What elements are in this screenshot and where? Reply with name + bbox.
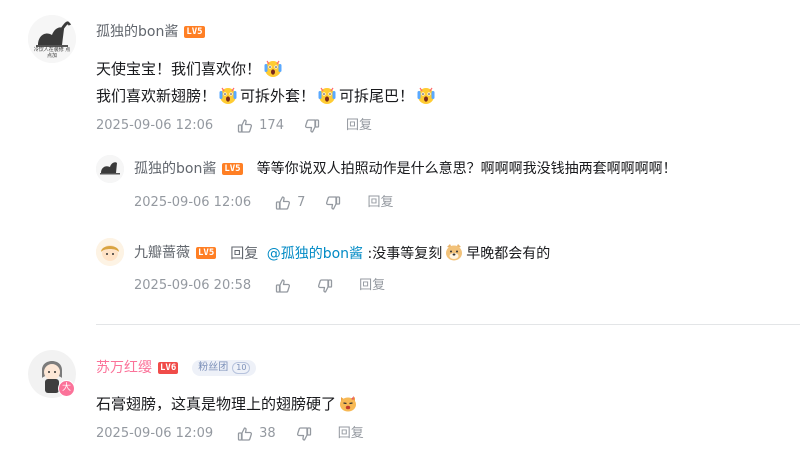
thumbs-up-icon	[237, 426, 253, 442]
fan-club-badge[interactable]: 粉丝团 10	[192, 360, 257, 376]
level-badge: LV5	[196, 247, 217, 259]
screaming-face-emoji	[218, 85, 238, 105]
like-count: 38	[259, 426, 276, 441]
avatar[interactable]: 冷饮人在装修 点点加	[28, 15, 76, 63]
like-button[interactable]: 7	[275, 194, 305, 212]
username[interactable]: 孤独的bon酱	[134, 159, 216, 179]
screaming-face-emoji	[416, 85, 436, 105]
timestamp: 2025-09-06 12:06	[134, 195, 252, 210]
reply-button[interactable]: 回复	[367, 194, 393, 212]
like-count: 7	[297, 195, 306, 210]
username[interactable]: 孤独的bon酱	[96, 22, 178, 42]
comment-meta: 2025-09-06 12:06 174 回复	[96, 117, 392, 135]
dislike-button[interactable]	[325, 195, 347, 211]
thumbs-up-icon	[275, 195, 291, 211]
cat-face-emoji	[338, 393, 358, 413]
level-badge: LV6	[158, 362, 179, 374]
level-badge: LV5	[222, 163, 243, 175]
dislike-button[interactable]	[317, 278, 339, 294]
comment-meta: 2025-09-06 12:09 38 回复	[96, 425, 384, 443]
avatar-badge: 大	[58, 380, 75, 397]
reply-meta: 2025-09-06 20:58 回复	[134, 277, 405, 295]
dislike-button[interactable]	[304, 118, 326, 134]
like-count: 174	[259, 118, 284, 133]
like-button[interactable]: 174	[237, 117, 284, 135]
like-button[interactable]	[275, 278, 297, 294]
comment-text-line1: 天使宝宝！我们喜欢你！	[96, 58, 285, 80]
comment-header: 苏万红缨 LV6 粉丝团 10	[96, 358, 257, 378]
timestamp: 2025-09-06 12:09	[96, 426, 214, 441]
timestamp: 2025-09-06 20:58	[134, 278, 252, 293]
like-button[interactable]: 38	[237, 425, 276, 443]
divider	[96, 324, 800, 325]
thumbs-down-icon	[304, 118, 320, 134]
reply-button[interactable]: 回复	[338, 425, 364, 443]
username[interactable]: 苏万红缨	[96, 358, 152, 378]
dislike-button[interactable]	[296, 426, 318, 442]
reply-line: 孤独的bon酱 LV5 等等你说双人拍照动作是什么意思？啊啊啊我没钱抽两套啊啊啊…	[134, 159, 677, 179]
comment-header: 孤独的bon酱 LV5	[96, 22, 205, 42]
reply-button[interactable]: 回复	[346, 117, 372, 135]
cat-avatar-icon	[96, 155, 124, 183]
reply-text: 回复 @孤独的bon酱 :没事等复刻 早晚都会有的	[230, 242, 550, 264]
screaming-face-emoji	[317, 85, 337, 105]
level-badge: LV5	[184, 26, 205, 38]
reply-avatar[interactable]	[96, 155, 124, 183]
username[interactable]: 九瓣蔷薇	[134, 243, 190, 263]
screaming-face-emoji	[263, 58, 283, 78]
comment-text-line2: 我们喜欢新翅膀！ 可拆外套！ 可拆尾巴！	[96, 85, 438, 107]
reply-text: 等等你说双人拍照动作是什么意思？啊啊啊我没钱抽两套啊啊啊啊！	[256, 161, 677, 177]
comment-text: 石膏翅膀，这真是物理上的翅膀硬了	[96, 393, 360, 415]
reply-button[interactable]: 回复	[359, 277, 385, 295]
thumbs-down-icon	[317, 278, 333, 294]
anime-avatar-icon	[96, 238, 124, 266]
mention-link[interactable]: @孤独的bon酱	[267, 246, 363, 262]
thumbs-down-icon	[325, 195, 341, 211]
reply-avatar[interactable]	[96, 238, 124, 266]
reply-meta: 2025-09-06 12:06 7 回复	[134, 194, 413, 212]
timestamp: 2025-09-06 12:06	[96, 118, 214, 133]
thumbs-up-icon	[237, 118, 253, 134]
thumbs-up-icon	[275, 278, 291, 294]
doge-emoji	[444, 242, 464, 262]
reply-line: 九瓣蔷薇 LV5 回复 @孤独的bon酱 :没事等复刻 早晚都会有的	[134, 242, 550, 264]
avatar[interactable]: 大	[28, 350, 76, 398]
thumbs-down-icon	[296, 426, 312, 442]
avatar-caption: 冷饮人在装修 点点加	[33, 47, 71, 59]
